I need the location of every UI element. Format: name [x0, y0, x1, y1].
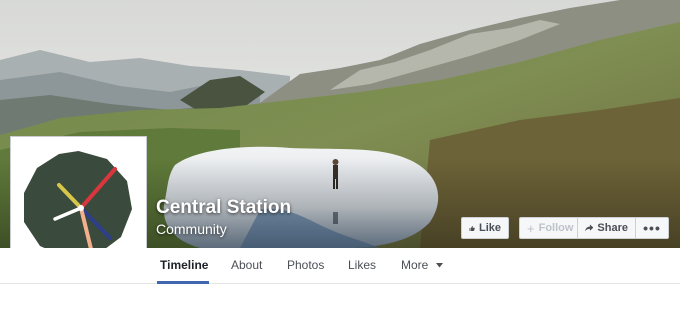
- share-button[interactable]: Share: [577, 217, 636, 239]
- page-nav-tabs: Timeline About Photos Likes More: [0, 248, 680, 284]
- tab-label: About: [231, 258, 263, 272]
- tab-timeline[interactable]: Timeline: [160, 248, 208, 283]
- tab-label: Likes: [348, 258, 377, 272]
- action-group: + Follow Share •••: [519, 217, 669, 239]
- follow-button[interactable]: + Follow: [519, 217, 578, 239]
- plus-icon: +: [527, 220, 535, 236]
- tab-likes[interactable]: Likes: [348, 248, 376, 283]
- follow-label: Follow: [538, 222, 574, 234]
- tab-more[interactable]: More: [401, 248, 443, 283]
- share-arrow-icon: [585, 224, 594, 232]
- tab-label: Photos: [287, 258, 325, 272]
- ellipsis-icon: •••: [643, 220, 661, 236]
- tab-about[interactable]: About: [231, 248, 262, 283]
- active-tab-indicator: [157, 281, 209, 284]
- chevron-down-icon: [435, 263, 443, 268]
- tab-label: Timeline: [160, 258, 209, 272]
- more-options-button[interactable]: •••: [635, 217, 669, 239]
- like-label: Like: [478, 222, 501, 234]
- tab-label: More: [401, 258, 429, 272]
- page-actions: Like + Follow Share •••: [461, 217, 669, 239]
- page-title[interactable]: Central Station: [156, 197, 291, 219]
- share-label: Share: [597, 222, 628, 234]
- like-button[interactable]: Like: [461, 217, 509, 239]
- thumbs-up-icon: [469, 225, 475, 231]
- page-category[interactable]: Community: [156, 221, 227, 237]
- tab-photos[interactable]: Photos: [287, 248, 324, 283]
